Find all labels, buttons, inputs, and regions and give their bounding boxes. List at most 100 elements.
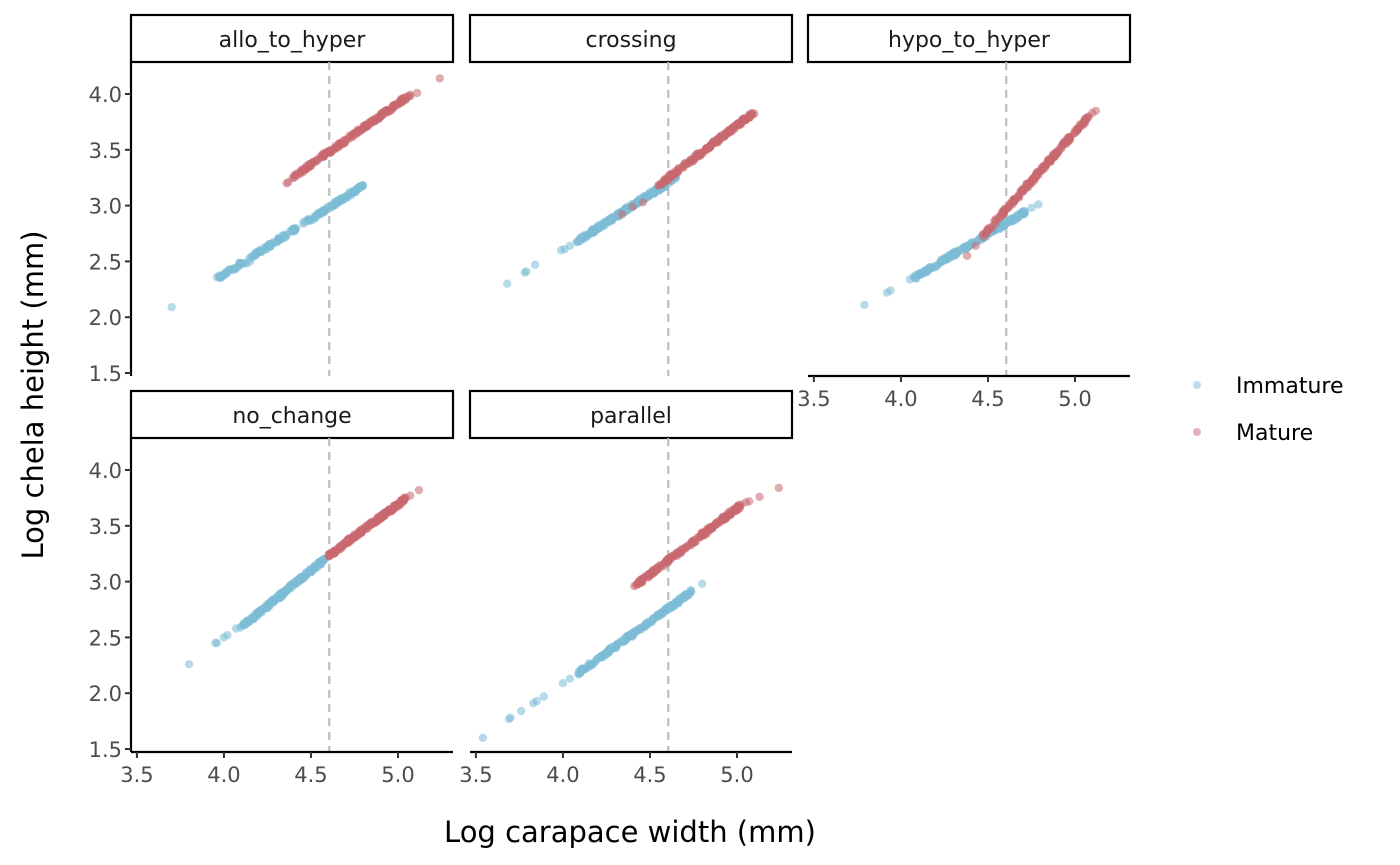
data-point: [324, 550, 333, 559]
data-point: [692, 149, 702, 158]
data-point: [167, 303, 176, 312]
data-point: [255, 607, 264, 616]
data-point: [1091, 106, 1101, 116]
data-point: [698, 579, 707, 588]
data-point: [597, 653, 606, 662]
data-point: [291, 578, 300, 587]
data-point: [281, 233, 290, 242]
data-point: [617, 210, 627, 219]
data-point: [400, 95, 410, 104]
data-point: [517, 706, 526, 716]
data-point: [565, 241, 575, 250]
data-point: [558, 679, 568, 688]
legend-marker-mature: [1193, 428, 1201, 436]
data-point: [663, 555, 672, 564]
data-point: [478, 733, 488, 742]
facet-strip-label: hypo_to_hyper: [888, 28, 1051, 53]
data-point: [245, 257, 255, 266]
data-point: [715, 136, 724, 145]
y-tick-label: 4.0: [89, 83, 122, 107]
y-tick-label: 3.0: [89, 571, 122, 595]
data-point: [357, 126, 366, 135]
data-point: [380, 511, 389, 520]
data-point: [704, 526, 714, 535]
data-point: [574, 667, 584, 676]
data-point: [985, 224, 994, 234]
y-tick-label: 2.5: [89, 250, 122, 274]
series-immature-no_change: [184, 549, 338, 669]
legend-marker-immature: [1193, 381, 1201, 389]
data-point: [233, 262, 243, 272]
data-point: [265, 242, 274, 251]
data-point: [939, 253, 949, 263]
x-tick-label: 3.5: [459, 763, 492, 787]
series-mature-no_change: [324, 485, 424, 561]
data-point: [607, 213, 617, 222]
data-point: [406, 491, 415, 500]
data-point: [641, 620, 651, 629]
data-point: [435, 74, 444, 83]
data-point: [240, 620, 249, 630]
data-point: [289, 225, 298, 235]
x-tick-label: 4.0: [884, 387, 917, 411]
data-point: [1034, 200, 1043, 209]
data-point: [649, 188, 658, 198]
data-point: [745, 497, 754, 506]
data-point: [350, 532, 359, 542]
data-point: [1013, 213, 1022, 223]
data-point: [860, 300, 869, 310]
data-point: [620, 636, 629, 645]
data-point: [650, 613, 659, 622]
x-tick-label: 4.0: [546, 763, 579, 787]
data-point: [383, 108, 393, 117]
legend-label-mature: Mature: [1236, 421, 1313, 446]
y-tick-label: 2.0: [89, 306, 122, 330]
x-tick-label: 5.0: [381, 763, 414, 787]
data-point: [336, 140, 345, 149]
data-point: [1029, 175, 1038, 184]
data-point: [356, 182, 365, 191]
facet-strip-label: no_change: [232, 404, 351, 429]
data-point: [301, 217, 311, 226]
data-point: [412, 88, 422, 98]
data-point: [971, 241, 980, 250]
data-point: [334, 544, 344, 553]
data-point: [638, 198, 648, 207]
data-point: [670, 599, 679, 609]
data-point: [696, 532, 705, 541]
data-point: [886, 286, 895, 295]
data-point: [674, 166, 683, 176]
x-axis-title: Log carapace width (mm): [444, 815, 816, 849]
x-tick-label: 4.5: [294, 763, 327, 787]
data-point: [951, 248, 961, 257]
y-tick-label: 2.0: [89, 682, 122, 706]
data-point: [1010, 195, 1019, 204]
y-tick-label: 2.5: [89, 626, 122, 650]
facet-panel-crossing: crossing: [468, 13, 794, 376]
legend-label-immature: Immature: [1236, 374, 1344, 399]
data-point: [333, 196, 342, 205]
data-point: [589, 658, 599, 667]
data-point: [685, 588, 695, 598]
data-point: [522, 267, 531, 276]
x-tick-label: 3.5: [797, 387, 830, 411]
data-point: [292, 171, 302, 180]
data-point: [1064, 136, 1073, 145]
data-point: [223, 631, 232, 640]
data-point: [579, 231, 588, 240]
data-point: [750, 109, 759, 118]
data-point: [311, 213, 320, 223]
data-point: [212, 638, 222, 648]
data-point: [654, 180, 664, 190]
x-tick-label: 5.0: [720, 763, 753, 787]
data-point: [677, 548, 686, 557]
facet-panel-hypo_to_hyper: hypo_to_hyper 3.5 4.0 4.5 5.0: [797, 13, 1132, 411]
data-point: [1046, 156, 1055, 166]
data-point: [962, 251, 972, 260]
facet-panels: allo_to_hyper 1.5 2.0 2.5 3.0 3.5 4.0 crossing h…: [89, 13, 1132, 787]
legend: Immature Mature: [1193, 374, 1344, 446]
x-tick-label: 3.5: [120, 763, 153, 787]
data-point: [722, 512, 731, 521]
series-mature-parallel: [630, 483, 783, 591]
data-point: [1050, 149, 1060, 159]
